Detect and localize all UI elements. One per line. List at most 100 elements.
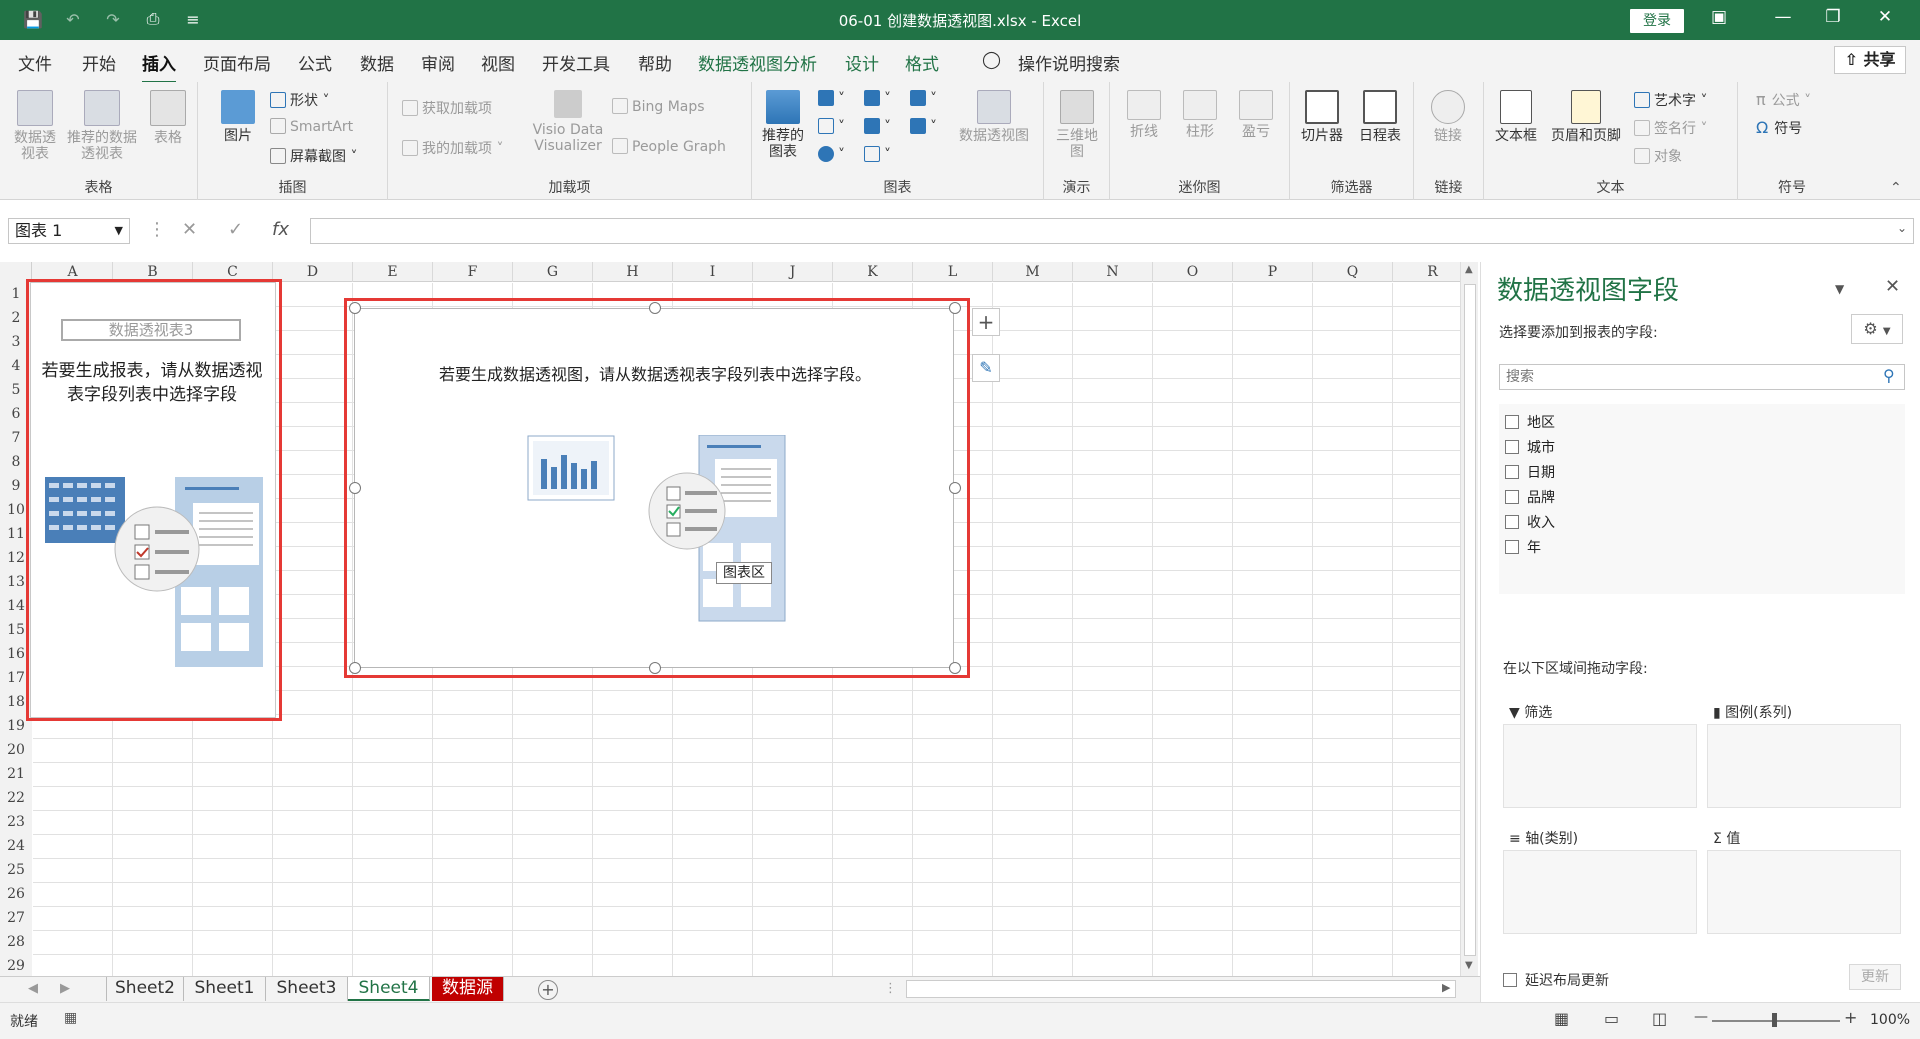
- checkbox[interactable]: [1505, 540, 1519, 554]
- row-header-28[interactable]: 28: [0, 930, 32, 954]
- resize-handle-top[interactable]: [649, 302, 661, 314]
- tab-developer[interactable]: 开发工具: [542, 50, 610, 75]
- tab-pivotchart-analyze[interactable]: 数据透视图分析: [698, 50, 817, 75]
- recommended-pivot-button[interactable]: 推荐的数据透视表: [62, 90, 142, 162]
- tab-format[interactable]: 格式: [905, 50, 939, 75]
- row-header-14[interactable]: 14: [0, 594, 32, 618]
- name-box-dropdown-icon[interactable]: ▼: [115, 219, 123, 243]
- tab-splitter-icon[interactable]: ⋮: [884, 981, 897, 996]
- row-header-4[interactable]: 4: [0, 354, 32, 378]
- chart-styles-brush-icon[interactable]: ✎: [972, 354, 1000, 382]
- column-header-h[interactable]: H: [593, 262, 673, 282]
- header-footer-button[interactable]: 页眉和页脚: [1546, 90, 1626, 144]
- pane-options-icon[interactable]: ▼: [1835, 282, 1844, 296]
- people-graph-button[interactable]: People Graph: [612, 138, 726, 155]
- resize-handle-left[interactable]: [349, 482, 361, 494]
- scroll-down-icon[interactable]: ▼: [1465, 960, 1473, 971]
- field-date[interactable]: 日期: [1505, 462, 1555, 482]
- screenshot-button[interactable]: 屏幕截图 ˅: [270, 146, 357, 166]
- resize-handle-bottom-right[interactable]: [949, 662, 961, 674]
- column-header-j[interactable]: J: [753, 262, 833, 282]
- tab-file[interactable]: 文件: [18, 50, 52, 75]
- row-header-26[interactable]: 26: [0, 882, 32, 906]
- recommended-charts-button[interactable]: 推荐的图表: [760, 90, 806, 160]
- values-zone[interactable]: Σ 值: [1707, 824, 1901, 934]
- share-button[interactable]: ⇧ 共享: [1834, 46, 1906, 74]
- scroll-right-icon[interactable]: ▶: [1442, 981, 1450, 994]
- table-button[interactable]: 表格: [146, 90, 190, 146]
- select-all-corner[interactable]: [0, 262, 32, 282]
- column-header-p[interactable]: P: [1233, 262, 1313, 282]
- column-header-e[interactable]: E: [353, 262, 433, 282]
- zoom-in-icon[interactable]: +: [1844, 1008, 1857, 1027]
- picture-button[interactable]: 图片: [216, 90, 260, 144]
- column-header-k[interactable]: K: [833, 262, 913, 282]
- resize-handle-top-left[interactable]: [349, 302, 361, 314]
- row-header-12[interactable]: 12: [0, 546, 32, 570]
- legend-drop-area[interactable]: [1707, 724, 1901, 808]
- macro-record-icon[interactable]: ▦: [64, 1010, 77, 1026]
- column-header-i[interactable]: I: [673, 262, 753, 282]
- hierarchy-chart-button[interactable]: ˅: [864, 90, 891, 107]
- collapse-ribbon-icon[interactable]: ⌃: [1890, 180, 1902, 196]
- row-header-11[interactable]: 11: [0, 522, 32, 546]
- zoom-out-icon[interactable]: —: [1694, 1009, 1708, 1025]
- sparkline-column-button[interactable]: 柱形: [1176, 90, 1224, 140]
- pivot-chart-area[interactable]: 若要生成数据透视图，请从数据透视表字段列表中选择字段。: [354, 308, 954, 668]
- next-sheet-icon[interactable]: ▶: [60, 981, 70, 996]
- login-button[interactable]: 登录: [1630, 9, 1684, 33]
- row-header-2[interactable]: 2: [0, 306, 32, 330]
- symbol-button[interactable]: Ω 符号: [1756, 118, 1802, 138]
- column-header-m[interactable]: M: [993, 262, 1073, 282]
- wordart-button[interactable]: 艺术字 ˅: [1634, 90, 1707, 110]
- chart-elements-plus-icon[interactable]: +: [972, 308, 1000, 336]
- row-header-6[interactable]: 6: [0, 402, 32, 426]
- column-header-r[interactable]: R: [1393, 262, 1460, 282]
- 3d-map-button[interactable]: 三维地图: [1052, 90, 1102, 160]
- row-header-15[interactable]: 15: [0, 618, 32, 642]
- timeline-button[interactable]: 日程表: [1352, 90, 1408, 144]
- checkbox[interactable]: [1505, 465, 1519, 479]
- defer-layout-update[interactable]: 延迟布局更新: [1503, 970, 1609, 990]
- row-header-22[interactable]: 22: [0, 786, 32, 810]
- visio-button[interactable]: Visio Data Visualizer: [528, 90, 608, 154]
- enter-icon[interactable]: ✓: [228, 219, 243, 240]
- resize-handle-bottom[interactable]: [649, 662, 661, 674]
- column-chart-button[interactable]: ˅: [818, 90, 845, 107]
- row-header-10[interactable]: 10: [0, 498, 32, 522]
- column-header-c[interactable]: C: [193, 262, 273, 282]
- pivot-chart-button[interactable]: 数据透视图: [952, 90, 1036, 144]
- tab-page-layout[interactable]: 页面布局: [203, 50, 271, 75]
- checkbox[interactable]: [1505, 515, 1519, 529]
- row-header-3[interactable]: 3: [0, 330, 32, 354]
- row-header-1[interactable]: 1: [0, 282, 32, 306]
- page-layout-view-icon[interactable]: ▭: [1604, 1009, 1619, 1028]
- tab-data[interactable]: 数据: [360, 50, 394, 75]
- field-city[interactable]: 城市: [1505, 437, 1555, 457]
- pie-chart-button[interactable]: ˅: [818, 146, 845, 163]
- expand-formula-icon[interactable]: ⌄: [1897, 221, 1907, 235]
- sheet-tab-sheet2[interactable]: Sheet2: [106, 977, 184, 1001]
- pane-tools-button[interactable]: ⚙ ▼: [1851, 314, 1903, 344]
- resize-handle-bottom-left[interactable]: [349, 662, 361, 674]
- object-button[interactable]: 对象: [1634, 146, 1682, 166]
- row-header-23[interactable]: 23: [0, 810, 32, 834]
- statistic-chart-button[interactable]: ˅: [864, 118, 891, 135]
- vertical-scrollbar[interactable]: ▲ ▼: [1460, 262, 1478, 976]
- sheet-tab-sheet3[interactable]: Sheet3: [266, 977, 348, 1001]
- tab-design[interactable]: 设计: [845, 50, 879, 75]
- filter-drop-area[interactable]: [1503, 724, 1697, 808]
- resize-handle-top-right[interactable]: [949, 302, 961, 314]
- zoom-level[interactable]: 100%: [1870, 1012, 1910, 1028]
- textbox-button[interactable]: 文本框: [1492, 90, 1540, 144]
- column-header-q[interactable]: Q: [1313, 262, 1393, 282]
- column-header-d[interactable]: D: [273, 262, 353, 282]
- add-sheet-icon[interactable]: +: [538, 980, 558, 1000]
- tab-view[interactable]: 视图: [481, 50, 515, 75]
- normal-view-icon[interactable]: ▦: [1554, 1009, 1569, 1028]
- smartart-button[interactable]: SmartArt: [270, 118, 353, 135]
- filter-zone[interactable]: ▼ 筛选: [1503, 698, 1697, 808]
- link-button[interactable]: 链接: [1428, 90, 1468, 144]
- pane-close-icon[interactable]: ✕: [1885, 276, 1900, 297]
- row-header-21[interactable]: 21: [0, 762, 32, 786]
